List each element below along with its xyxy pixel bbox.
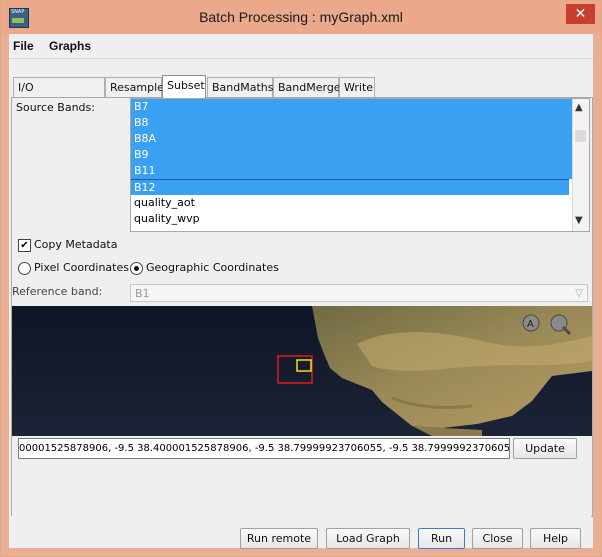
copy-metadata-checkbox[interactable]: ✔: [18, 239, 31, 252]
tab-bandmaths[interactable]: BandMaths: [207, 77, 274, 97]
copy-metadata-label: Copy Metadata: [34, 238, 118, 251]
band-list-item[interactable]: quality_aot: [131, 195, 572, 211]
band-list-item[interactable]: B9: [131, 147, 572, 163]
update-button[interactable]: Update: [513, 438, 577, 459]
band-list-item[interactable]: B12: [131, 179, 569, 195]
dialog-button-row: Run remote Load Graph Run Close Help: [9, 528, 593, 549]
close-window-button[interactable]: ✕: [566, 4, 595, 24]
band-list-item[interactable]: B8A: [131, 131, 572, 147]
tab-bandmerge[interactable]: BandMerge: [273, 77, 341, 97]
batch-processing-window: Batch Processing : myGraph.xml ✕ File Gr…: [0, 0, 602, 557]
source-bands-list[interactable]: B7 B8 B8A B9 B11 B12 quality_aot quality…: [130, 98, 590, 232]
tab-resample[interactable]: Resample: [105, 77, 164, 97]
subset-panel: Source Bands: B7 B8 B8A B9 B11 B12 quali…: [11, 97, 593, 517]
reference-band-label: Reference band:: [12, 285, 103, 298]
menu-file[interactable]: File: [13, 39, 34, 53]
geo-region-field[interactable]: 00001525878906, -9.5 38.400001525878906,…: [18, 438, 510, 459]
tab-subset[interactable]: Subset: [162, 75, 206, 98]
reference-band-value: B1: [135, 287, 150, 300]
pixel-coordinates-radio[interactable]: [18, 262, 31, 275]
title-bar[interactable]: Batch Processing : myGraph.xml ✕: [1, 1, 601, 34]
pixel-coordinates-label: Pixel Coordinates: [34, 261, 129, 274]
tab-io-parameters[interactable]: I/O Parameters: [13, 77, 105, 114]
band-list-item[interactable]: B11: [131, 163, 572, 179]
help-button[interactable]: Help: [530, 528, 581, 549]
scroll-up-icon[interactable]: ▲: [575, 102, 583, 113]
run-button[interactable]: Run: [418, 528, 465, 549]
reference-band-select[interactable]: B1 ▽: [130, 284, 588, 302]
tab-write[interactable]: Write: [339, 77, 375, 97]
band-list-item[interactable]: B7: [131, 99, 572, 115]
load-graph-button[interactable]: Load Graph: [326, 528, 410, 549]
window-title: Batch Processing : myGraph.xml: [199, 9, 403, 25]
menu-graphs[interactable]: Graphs: [49, 39, 91, 53]
scroll-thumb[interactable]: [575, 130, 586, 142]
geographic-coordinates-radio[interactable]: [130, 262, 143, 275]
world-map-view[interactable]: A: [12, 306, 592, 436]
zoom-all-icon-glyph: A: [527, 319, 534, 330]
scroll-down-icon[interactable]: ▼: [575, 215, 583, 226]
chevron-down-icon: ▽: [575, 288, 583, 299]
geographic-coordinates-label: Geographic Coordinates: [146, 261, 279, 274]
band-list-item[interactable]: B8: [131, 115, 572, 131]
bands-scrollbar[interactable]: ▲ ▼: [572, 99, 589, 231]
close-button[interactable]: Close: [472, 528, 523, 549]
satellite-map-image: A: [12, 306, 592, 436]
window-client-area: File Graphs I/O Parameters Resample Subs…: [9, 34, 593, 549]
band-list-item[interactable]: quality_wvp: [131, 211, 572, 227]
menu-bar: File Graphs: [9, 34, 593, 59]
source-bands-label: Source Bands:: [16, 101, 95, 114]
run-remote-button[interactable]: Run remote: [240, 528, 318, 549]
